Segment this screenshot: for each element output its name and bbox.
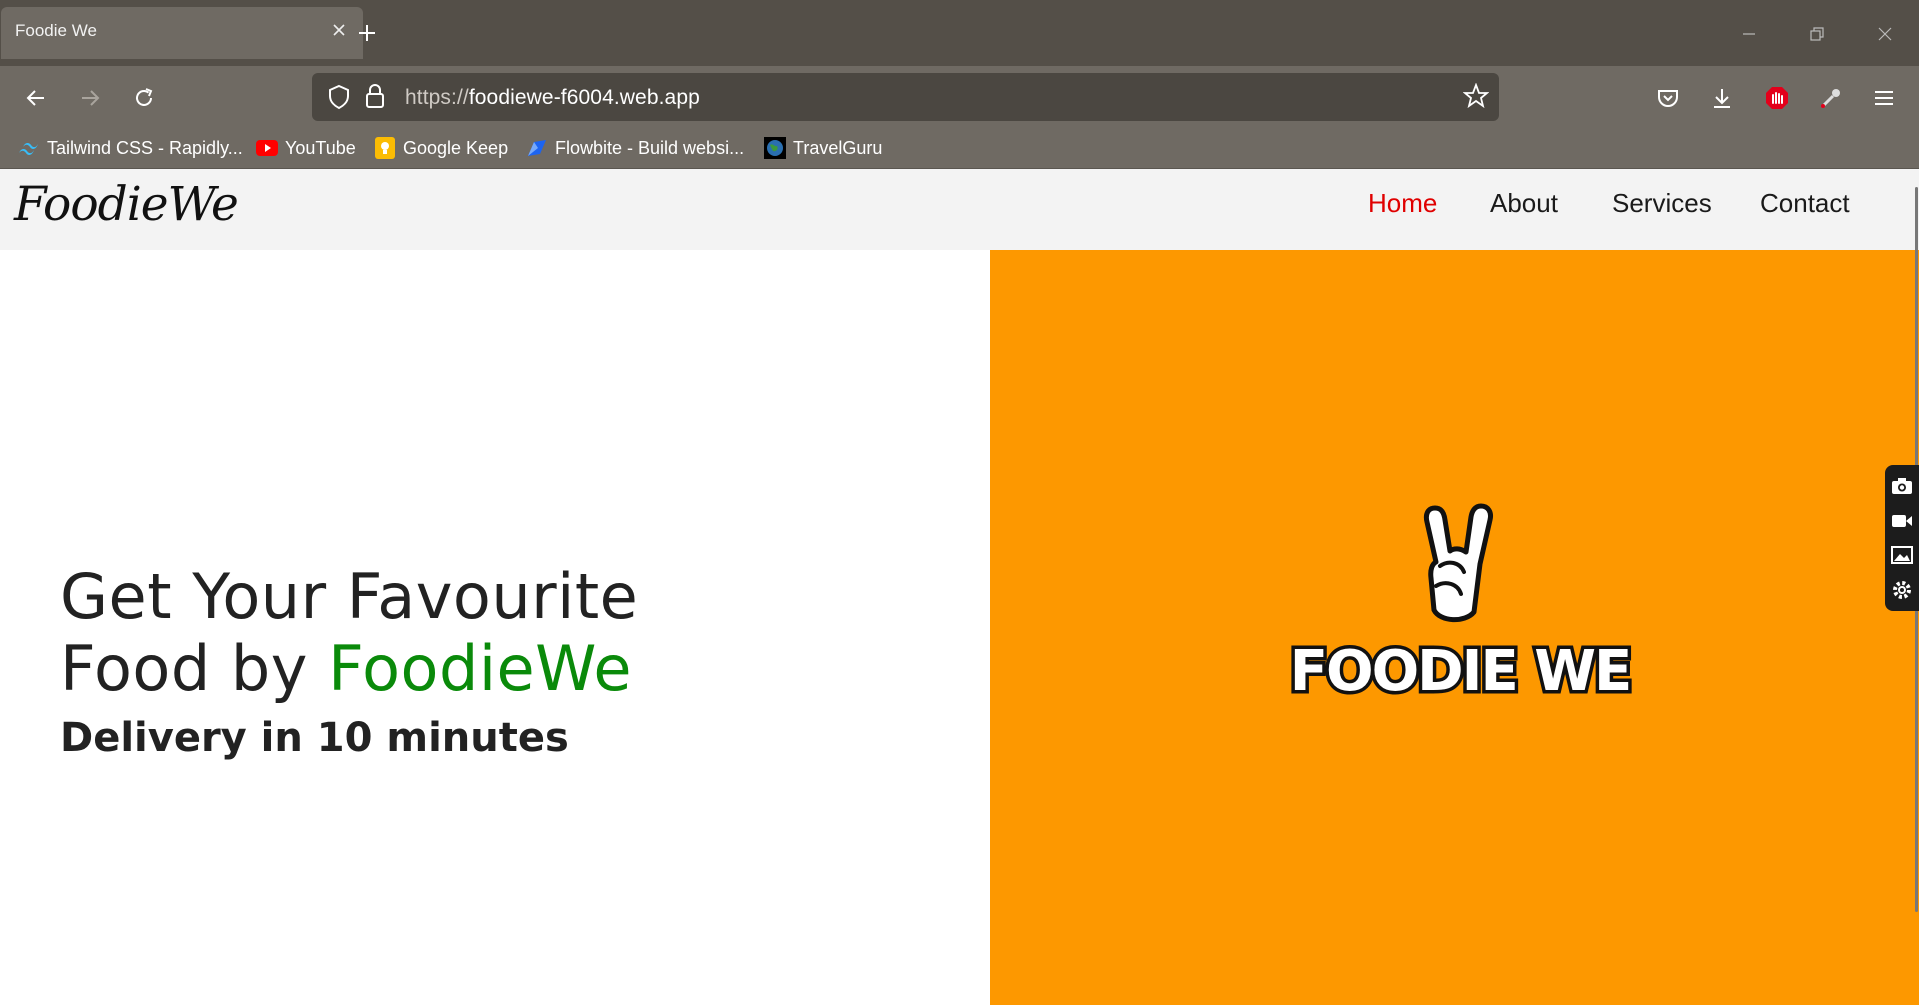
bookmark-label: Tailwind CSS - Rapidly... xyxy=(47,137,243,158)
settings-gear-icon[interactable] xyxy=(1889,577,1915,603)
nav-services[interactable]: Services xyxy=(1612,188,1712,219)
rock-hand-icon: FOODIE WE xyxy=(1286,503,1636,708)
close-window-icon[interactable] xyxy=(1865,14,1905,54)
hero-subtitle: Delivery in 10 minutes xyxy=(60,715,569,761)
reload-icon[interactable] xyxy=(124,78,164,118)
tab-title: Foodie We xyxy=(15,21,97,40)
foodie-we-logo: FOODIE WE xyxy=(1260,500,1660,730)
bookmark-star-icon[interactable] xyxy=(1462,82,1490,114)
browser-tab-bar: Foodie We xyxy=(0,0,1919,66)
bookmarks-toolbar: Tailwind CSS - Rapidly... YouTube Google… xyxy=(0,130,1919,169)
video-icon[interactable] xyxy=(1889,508,1915,534)
bookmark-tailwind[interactable]: Tailwind CSS - Rapidly... xyxy=(18,130,243,166)
web-page: FoodieWe Home About Services Contact Get… xyxy=(0,169,1919,1005)
screenshot-toolbar xyxy=(1885,465,1919,611)
youtube-icon xyxy=(256,137,278,159)
bookmark-label: Google Keep xyxy=(403,137,509,158)
download-icon[interactable] xyxy=(1702,78,1742,118)
browser-toolbar: https://foodiewe-f6004.web.app xyxy=(0,66,1919,130)
nav-contact[interactable]: Contact xyxy=(1760,188,1850,219)
shield-icon[interactable] xyxy=(327,84,351,115)
back-icon[interactable] xyxy=(16,78,56,118)
flowbite-icon xyxy=(526,137,548,159)
hero-heading-line2: Food by FoodieWe xyxy=(60,632,632,705)
bookmark-flowbite[interactable]: Flowbite - Build websi... xyxy=(526,130,744,166)
nav-home[interactable]: Home xyxy=(1368,188,1437,219)
globe-icon xyxy=(764,137,786,159)
new-tab-icon[interactable] xyxy=(352,18,382,48)
bookmark-travelguru[interactable]: TravelGuru xyxy=(764,130,882,166)
bookmark-label: TravelGuru xyxy=(793,137,883,158)
camera-icon[interactable] xyxy=(1889,473,1915,499)
minimize-icon[interactable] xyxy=(1729,14,1769,54)
hero-image-panel: FOODIE WE xyxy=(990,250,1919,1005)
tailwind-icon xyxy=(18,137,40,159)
url-text[interactable]: https://foodiewe-f6004.web.app xyxy=(405,86,700,110)
bookmark-label: Flowbite - Build websi... xyxy=(555,137,745,158)
hero-heading-line1: Get Your Favourite xyxy=(60,560,639,633)
close-tab-icon[interactable] xyxy=(327,18,351,42)
keep-icon xyxy=(374,137,396,159)
gallery-icon[interactable] xyxy=(1889,542,1915,568)
address-bar[interactable]: https://foodiewe-f6004.web.app xyxy=(312,73,1499,121)
bookmark-youtube[interactable]: YouTube xyxy=(256,130,356,166)
eyedropper-icon[interactable] xyxy=(1811,78,1851,118)
restore-icon[interactable] xyxy=(1797,14,1837,54)
site-header: FoodieWe Home About Services Contact xyxy=(0,169,1919,250)
pocket-icon[interactable] xyxy=(1648,78,1688,118)
forward-icon[interactable] xyxy=(70,78,110,118)
menu-icon[interactable] xyxy=(1864,78,1904,118)
nav-about[interactable]: About xyxy=(1490,188,1558,219)
browser-tab[interactable]: Foodie We xyxy=(1,7,363,59)
site-logo[interactable]: FoodieWe xyxy=(14,177,239,232)
hero-text: Get Your Favourite Food by FoodieWe Deli… xyxy=(60,560,639,762)
bookmark-label: YouTube xyxy=(285,137,356,158)
hero-brand-name: FoodieWe xyxy=(328,632,632,705)
lock-icon[interactable] xyxy=(364,83,386,114)
bookmark-google-keep[interactable]: Google Keep xyxy=(374,130,508,166)
panel-logo-text: FOODIE WE xyxy=(1290,639,1631,704)
adblock-icon[interactable] xyxy=(1757,78,1797,118)
